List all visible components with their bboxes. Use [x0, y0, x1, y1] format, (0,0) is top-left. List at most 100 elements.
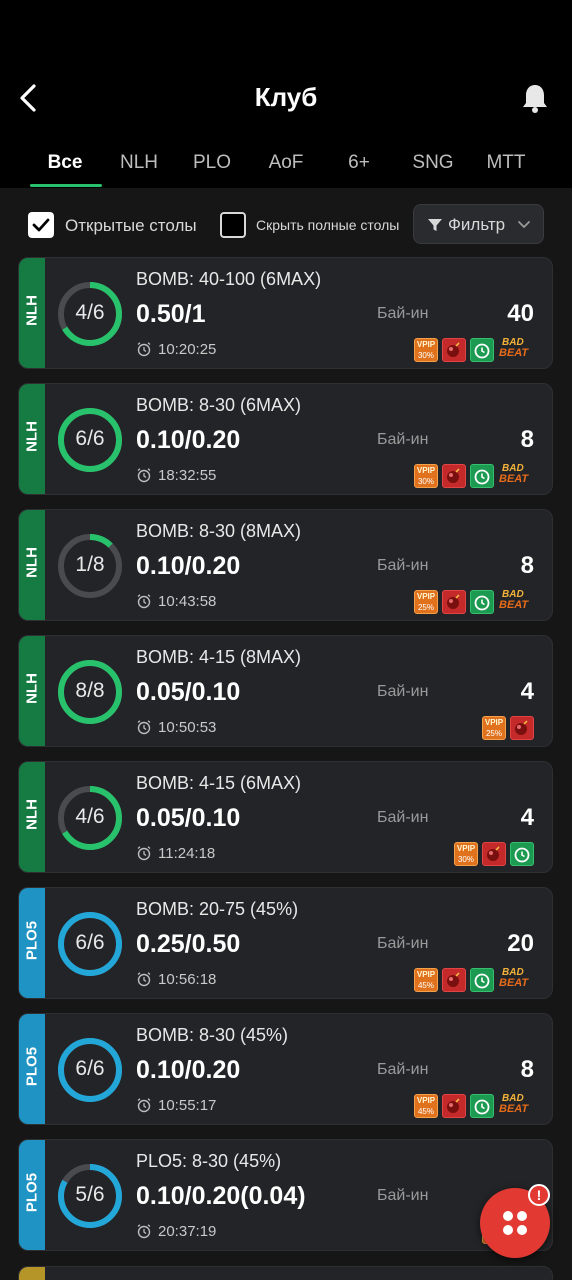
active-tab-indicator [30, 184, 102, 187]
buyin-value: 4 [520, 804, 534, 831]
buyin-value: 20 [507, 930, 534, 957]
vpip-label: VPIP [416, 466, 436, 475]
filter-label: Фильтр [448, 215, 506, 234]
bell-icon [523, 85, 547, 113]
game-type-label: NLH [23, 295, 41, 326]
game-type-stripe: PLO5 [19, 1014, 45, 1124]
table-card[interactable]: PLO5 6/6 BOMB: 20-75 (45%) 0.25/0.50 10:56:1… [18, 887, 553, 999]
buyin-value: 40 [507, 300, 534, 327]
bad-beat-badge: BAD BEAT [498, 337, 534, 362]
alarm-clock-icon [470, 1094, 494, 1118]
table-name: BOMB: 8-30 (45%) [136, 1025, 289, 1045]
tab-all[interactable]: Все [30, 152, 100, 174]
vpip-label: VPIP [456, 844, 476, 853]
seats-count: 1/8 [75, 553, 105, 576]
table-card[interactable]: NLH 8/8 BOMB: 4-15 (8MAX) 0.05/0.10 10:50:53… [18, 635, 553, 747]
game-type-stripe: NLH [19, 510, 45, 620]
alarm-clock-icon [137, 1224, 151, 1239]
table-time: 10:50:53 [158, 719, 217, 736]
table-name: BOMB: 20-75 (45%) [136, 899, 299, 919]
bad-beat-badge: BAD BEAT [498, 967, 534, 992]
alarm-clock-icon [137, 972, 151, 987]
filter-button[interactable]: Фильтр [413, 204, 544, 244]
vpip-value: 45% [417, 1107, 434, 1116]
filter-bar: Открытые столы Скрыть полные столы Фильт… [0, 204, 572, 244]
game-type-stripe [19, 1267, 45, 1280]
seats-count: 4/6 [75, 301, 105, 324]
tab-nlh[interactable]: NLH [104, 152, 174, 174]
open-tables-checkbox[interactable] [28, 212, 54, 238]
table-card[interactable]: NLH 1/8 BOMB: 8-30 (8MAX) 0.10/0.20 10:43:58… [18, 509, 553, 621]
bomb-icon [482, 842, 506, 866]
tab-plo[interactable]: PLO [177, 152, 247, 174]
buyin-value: 8 [520, 426, 534, 453]
fab-alert-badge: ! [528, 1184, 550, 1206]
table-badges: VPIP 45% BAD BEAT [414, 967, 534, 992]
buyin-value: 8 [520, 1056, 534, 1083]
bad-beat-badge: BAD BEAT [498, 463, 534, 488]
vpip-label: VPIP [484, 718, 504, 727]
vpip-label: VPIP [416, 1096, 436, 1105]
game-type-label: NLH [23, 547, 41, 578]
vpip-badge: VPIP 45% [414, 1094, 438, 1118]
table-card[interactable]: NLH 6/6 BOMB: 8-30 (6MAX) 0.10/0.20 18:32:55… [18, 383, 553, 495]
game-type-label: PLO5 [23, 920, 41, 961]
table-badges: VPIP 30% [454, 842, 534, 866]
blinds: 0.50/1 [136, 300, 206, 328]
bad-beat-badge: BAD BEAT [498, 1093, 534, 1118]
alarm-clock-icon [470, 464, 494, 488]
bad-beat-bottom: BEAT [499, 599, 529, 611]
table-badges: VPIP 30% BAD BEAT [414, 337, 534, 362]
seats-count: 4/6 [75, 805, 105, 828]
vpip-label: VPIP [416, 970, 436, 979]
funnel-icon [428, 219, 442, 231]
vpip-badge: VPIP 25% [482, 716, 506, 740]
table-badges: VPIP 30% BAD BEAT [414, 463, 534, 488]
grid-dots-icon [503, 1211, 527, 1235]
table-time: 11:24:18 [158, 845, 216, 862]
table-card-partial[interactable] [18, 1266, 553, 1280]
tab-aof[interactable]: AoF [251, 152, 321, 174]
vpip-value: 30% [457, 855, 474, 864]
game-type-tabs: Все NLH PLO AoF 6+ SNG MTT [0, 140, 572, 188]
blinds: 0.05/0.10 [136, 678, 241, 706]
page-title: Клуб [254, 82, 318, 112]
tab-sng[interactable]: SNG [398, 152, 468, 174]
open-tables-label: Открытые столы [65, 216, 197, 235]
tab-mtt[interactable]: MTT [471, 152, 541, 174]
table-card[interactable]: NLH 4/6 BOMB: 40-100 (6MAX) 0.50/1 10:20:25 Б… [18, 257, 553, 369]
vpip-value: 25% [485, 729, 502, 738]
tab-6plus[interactable]: 6+ [324, 152, 394, 174]
table-badges: VPIP 25% BAD BEAT [414, 589, 534, 614]
vpip-value: 25% [417, 603, 434, 612]
blinds: 0.25/0.50 [136, 930, 241, 958]
chevron-down-icon [518, 221, 530, 229]
notifications-button[interactable] [520, 82, 550, 114]
bomb-icon [442, 338, 466, 362]
bad-beat-bottom: BEAT [499, 473, 529, 485]
seats-count: 6/6 [75, 931, 105, 954]
bomb-icon [510, 716, 534, 740]
checkmark-icon [32, 218, 50, 232]
table-card[interactable]: PLO5 6/6 BOMB: 8-30 (45%) 0.10/0.20 10:55:17… [18, 1013, 553, 1125]
table-card[interactable]: NLH 4/6 BOMB: 4-15 (6MAX) 0.05/0.10 11:24:18… [18, 761, 553, 873]
alarm-clock-icon [510, 842, 534, 866]
hide-full-tables-checkbox[interactable] [220, 212, 246, 238]
table-name: BOMB: 8-30 (8MAX) [136, 521, 302, 541]
table-time: 10:55:17 [158, 1097, 217, 1114]
alarm-clock-icon [137, 342, 151, 357]
bad-beat-bottom: BEAT [499, 347, 529, 359]
alarm-clock-icon [470, 968, 494, 992]
table-time: 10:43:58 [158, 593, 217, 610]
table-name: BOMB: 40-100 (6MAX) [136, 269, 322, 289]
blinds: 0.10/0.20 [136, 426, 241, 454]
buyin-label: Бай-ин [377, 683, 429, 700]
bomb-icon [442, 590, 466, 614]
vpip-badge: VPIP 30% [454, 842, 478, 866]
game-type-stripe: NLH [19, 384, 45, 494]
vpip-label: VPIP [416, 340, 436, 349]
buyin-label: Бай-ин [377, 557, 429, 574]
blinds: 0.10/0.20 [136, 1056, 241, 1084]
vpip-value: 30% [417, 351, 434, 360]
table-card[interactable]: PLO5 5/6 PLO5: 8-30 (45%) 0.10/0.20(0.04) 20… [18, 1139, 553, 1251]
